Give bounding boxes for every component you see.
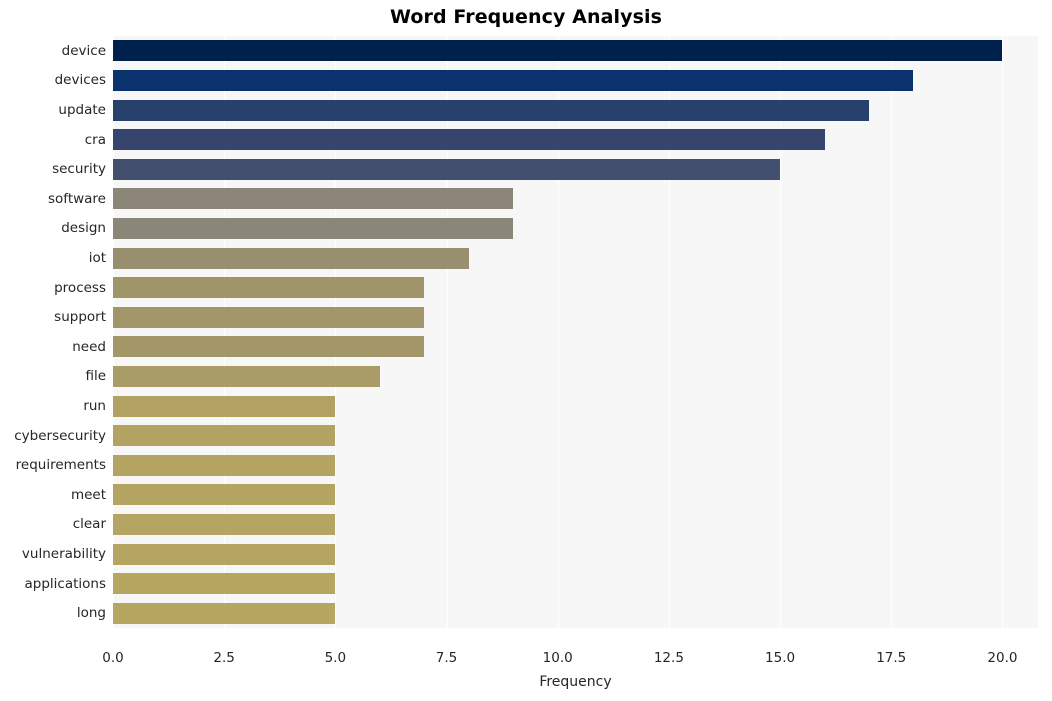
chart-figure: Word Frequency Analysis device devices upd… xyxy=(0,0,1052,701)
bar xyxy=(113,40,1003,62)
y-axis-tick-label: process xyxy=(54,279,106,296)
y-axis-tick-label: cra xyxy=(84,131,106,148)
y-axis-tick-label: update xyxy=(58,102,106,118)
y-axis-tick-label: need xyxy=(72,338,106,355)
y-axis-tick-label: devices xyxy=(54,72,106,89)
y-axis-tick-label: requirements xyxy=(15,457,106,474)
x-axis-tick-label: 7.5 xyxy=(435,650,458,666)
bar xyxy=(113,573,336,595)
y-axis-tick-label: clear xyxy=(72,516,106,533)
bar xyxy=(113,69,914,91)
bar xyxy=(113,247,469,269)
x-axis-tick-label: 0.0 xyxy=(102,650,124,666)
bar xyxy=(113,158,781,180)
bar xyxy=(113,99,869,121)
y-axis-tick-label: security xyxy=(52,161,106,178)
x-axis-tick-label: 5.0 xyxy=(324,650,347,666)
bar xyxy=(113,513,336,535)
x-axis-tick-label: 12.5 xyxy=(653,650,684,666)
x-axis-tick-label: 17.5 xyxy=(876,650,907,666)
bars-layer xyxy=(113,36,1038,628)
x-axis-title: Frequency xyxy=(539,674,612,690)
bar xyxy=(113,395,336,417)
x-axis-tick-label: 10.0 xyxy=(542,650,573,666)
bar xyxy=(113,336,425,358)
page-title: Word Frequency Analysis xyxy=(389,6,663,28)
bar xyxy=(113,306,425,328)
y-axis-tick-label: applications xyxy=(24,575,106,592)
x-axis-tick-label: 15.0 xyxy=(765,650,796,666)
y-axis-tick-label: vulnerability xyxy=(21,546,106,562)
y-axis-tick-label: design xyxy=(61,220,106,237)
bar xyxy=(113,277,425,299)
y-axis-tick-label: iot xyxy=(88,250,106,266)
y-axis-tick-label: support xyxy=(54,309,106,326)
y-axis-tick-label: run xyxy=(83,398,106,414)
y-axis-tick-label: device xyxy=(61,42,106,59)
y-axis-tick-label: software xyxy=(48,190,106,207)
x-axis-tick-label: 20.0 xyxy=(987,650,1018,666)
x-axis-tick-labels: 0.0 2.5 5.0 7.5 10.0 12.5 15.0 17.5 20.0 xyxy=(0,650,1052,670)
bar xyxy=(113,543,336,565)
y-axis-tick-label: cybersecurity xyxy=(14,427,106,444)
y-axis-tick-label: file xyxy=(85,368,106,385)
plot-area xyxy=(113,36,1038,628)
bar xyxy=(113,454,336,476)
y-axis-tick-label: long xyxy=(76,605,106,622)
x-axis-tick-label: 2.5 xyxy=(213,650,235,666)
bar xyxy=(113,188,514,210)
bar xyxy=(113,129,825,151)
bar xyxy=(113,365,380,387)
bar xyxy=(113,484,336,506)
bar xyxy=(113,602,336,624)
bar xyxy=(113,425,336,447)
bar xyxy=(113,217,514,239)
y-axis-tick-labels: device devices update cra security software de… xyxy=(0,36,106,628)
y-axis-tick-label: meet xyxy=(70,486,106,503)
